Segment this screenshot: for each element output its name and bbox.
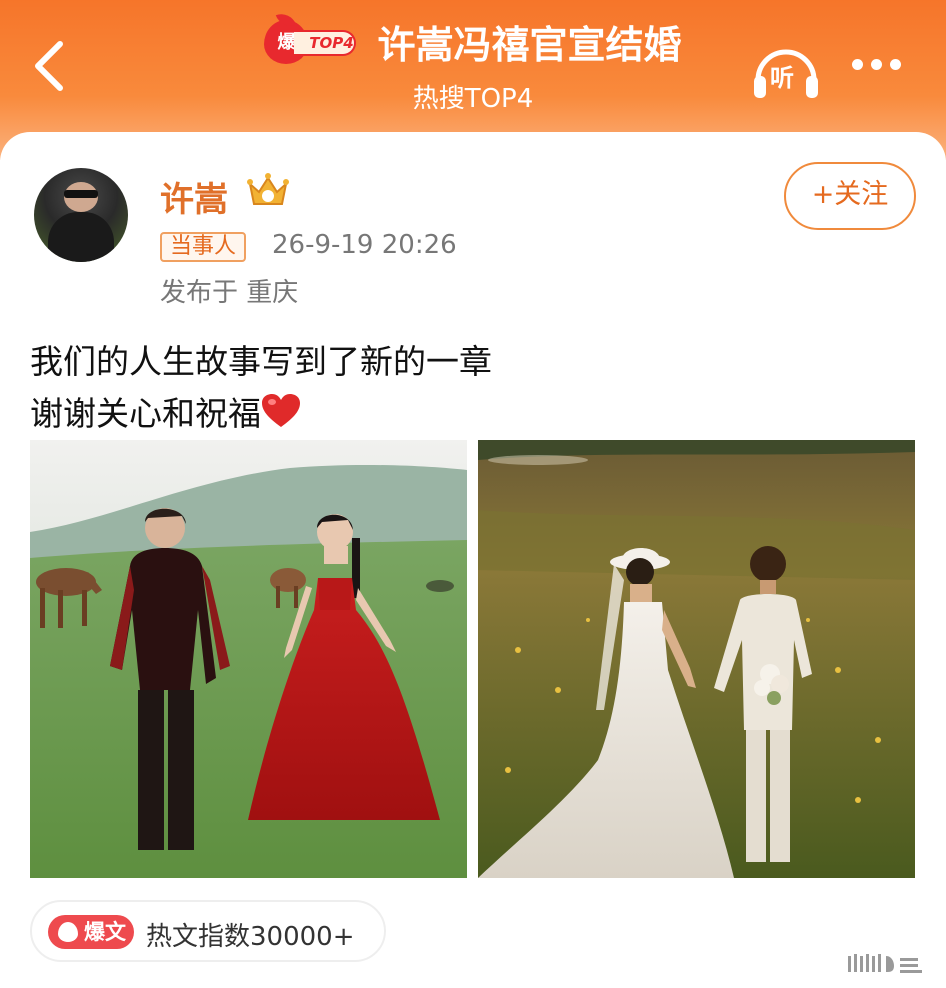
wedding-photo-1[interactable]: [30, 440, 467, 878]
more-dots-icon: [852, 59, 863, 70]
post-time: 26-9-19 20:26: [272, 230, 457, 260]
watermark-icon: [848, 954, 922, 973]
username[interactable]: 许嵩: [160, 172, 228, 221]
role-tag: 当事人: [160, 232, 247, 262]
vip-crown-icon: [247, 173, 289, 205]
more-dot: [871, 59, 882, 70]
post-text-line2-row: 谢谢关心和祝福: [30, 388, 492, 440]
listen-label: 听: [770, 64, 794, 92]
hot-article-label: 爆文: [84, 920, 126, 944]
wedding-photo-2-image: [478, 440, 915, 878]
hot-article-badge: 爆文: [48, 915, 134, 949]
wedding-photo-1-image: [30, 440, 467, 878]
more-dot: [890, 59, 901, 70]
hot-flame-icon: [58, 922, 78, 942]
heart-icon: [262, 394, 300, 427]
listen-button[interactable]: 听: [750, 40, 822, 104]
hot-index-pill[interactable]: 爆文 热文指数30000+: [30, 900, 386, 962]
post-location: 发布于 重庆: [160, 278, 299, 308]
follow-button[interactable]: +关注: [784, 162, 916, 230]
avatar-body: [48, 212, 114, 262]
post-text-line2: 谢谢关心和祝福: [30, 394, 261, 433]
wedding-photo-2[interactable]: [478, 440, 915, 878]
avatar[interactable]: [34, 168, 128, 262]
post-text: 我们的人生故事写到了新的一章 谢谢关心和祝福: [30, 336, 492, 440]
hot-index-text: 热文指数30000+: [146, 922, 355, 952]
hot-search-badge: 爆 TOP4: [264, 19, 360, 64]
post-text-line1: 我们的人生故事写到了新的一章: [30, 342, 492, 381]
page-title: 许嵩冯禧官宣结婚: [377, 23, 682, 67]
post-card: 许嵩 当事人 26-9-19 20:26 发布于 重庆 +关注 我们的人生故事写…: [0, 132, 946, 988]
more-button[interactable]: [848, 52, 910, 78]
top-rank-label: TOP4: [294, 29, 357, 56]
avatar-glasses: [64, 190, 98, 198]
